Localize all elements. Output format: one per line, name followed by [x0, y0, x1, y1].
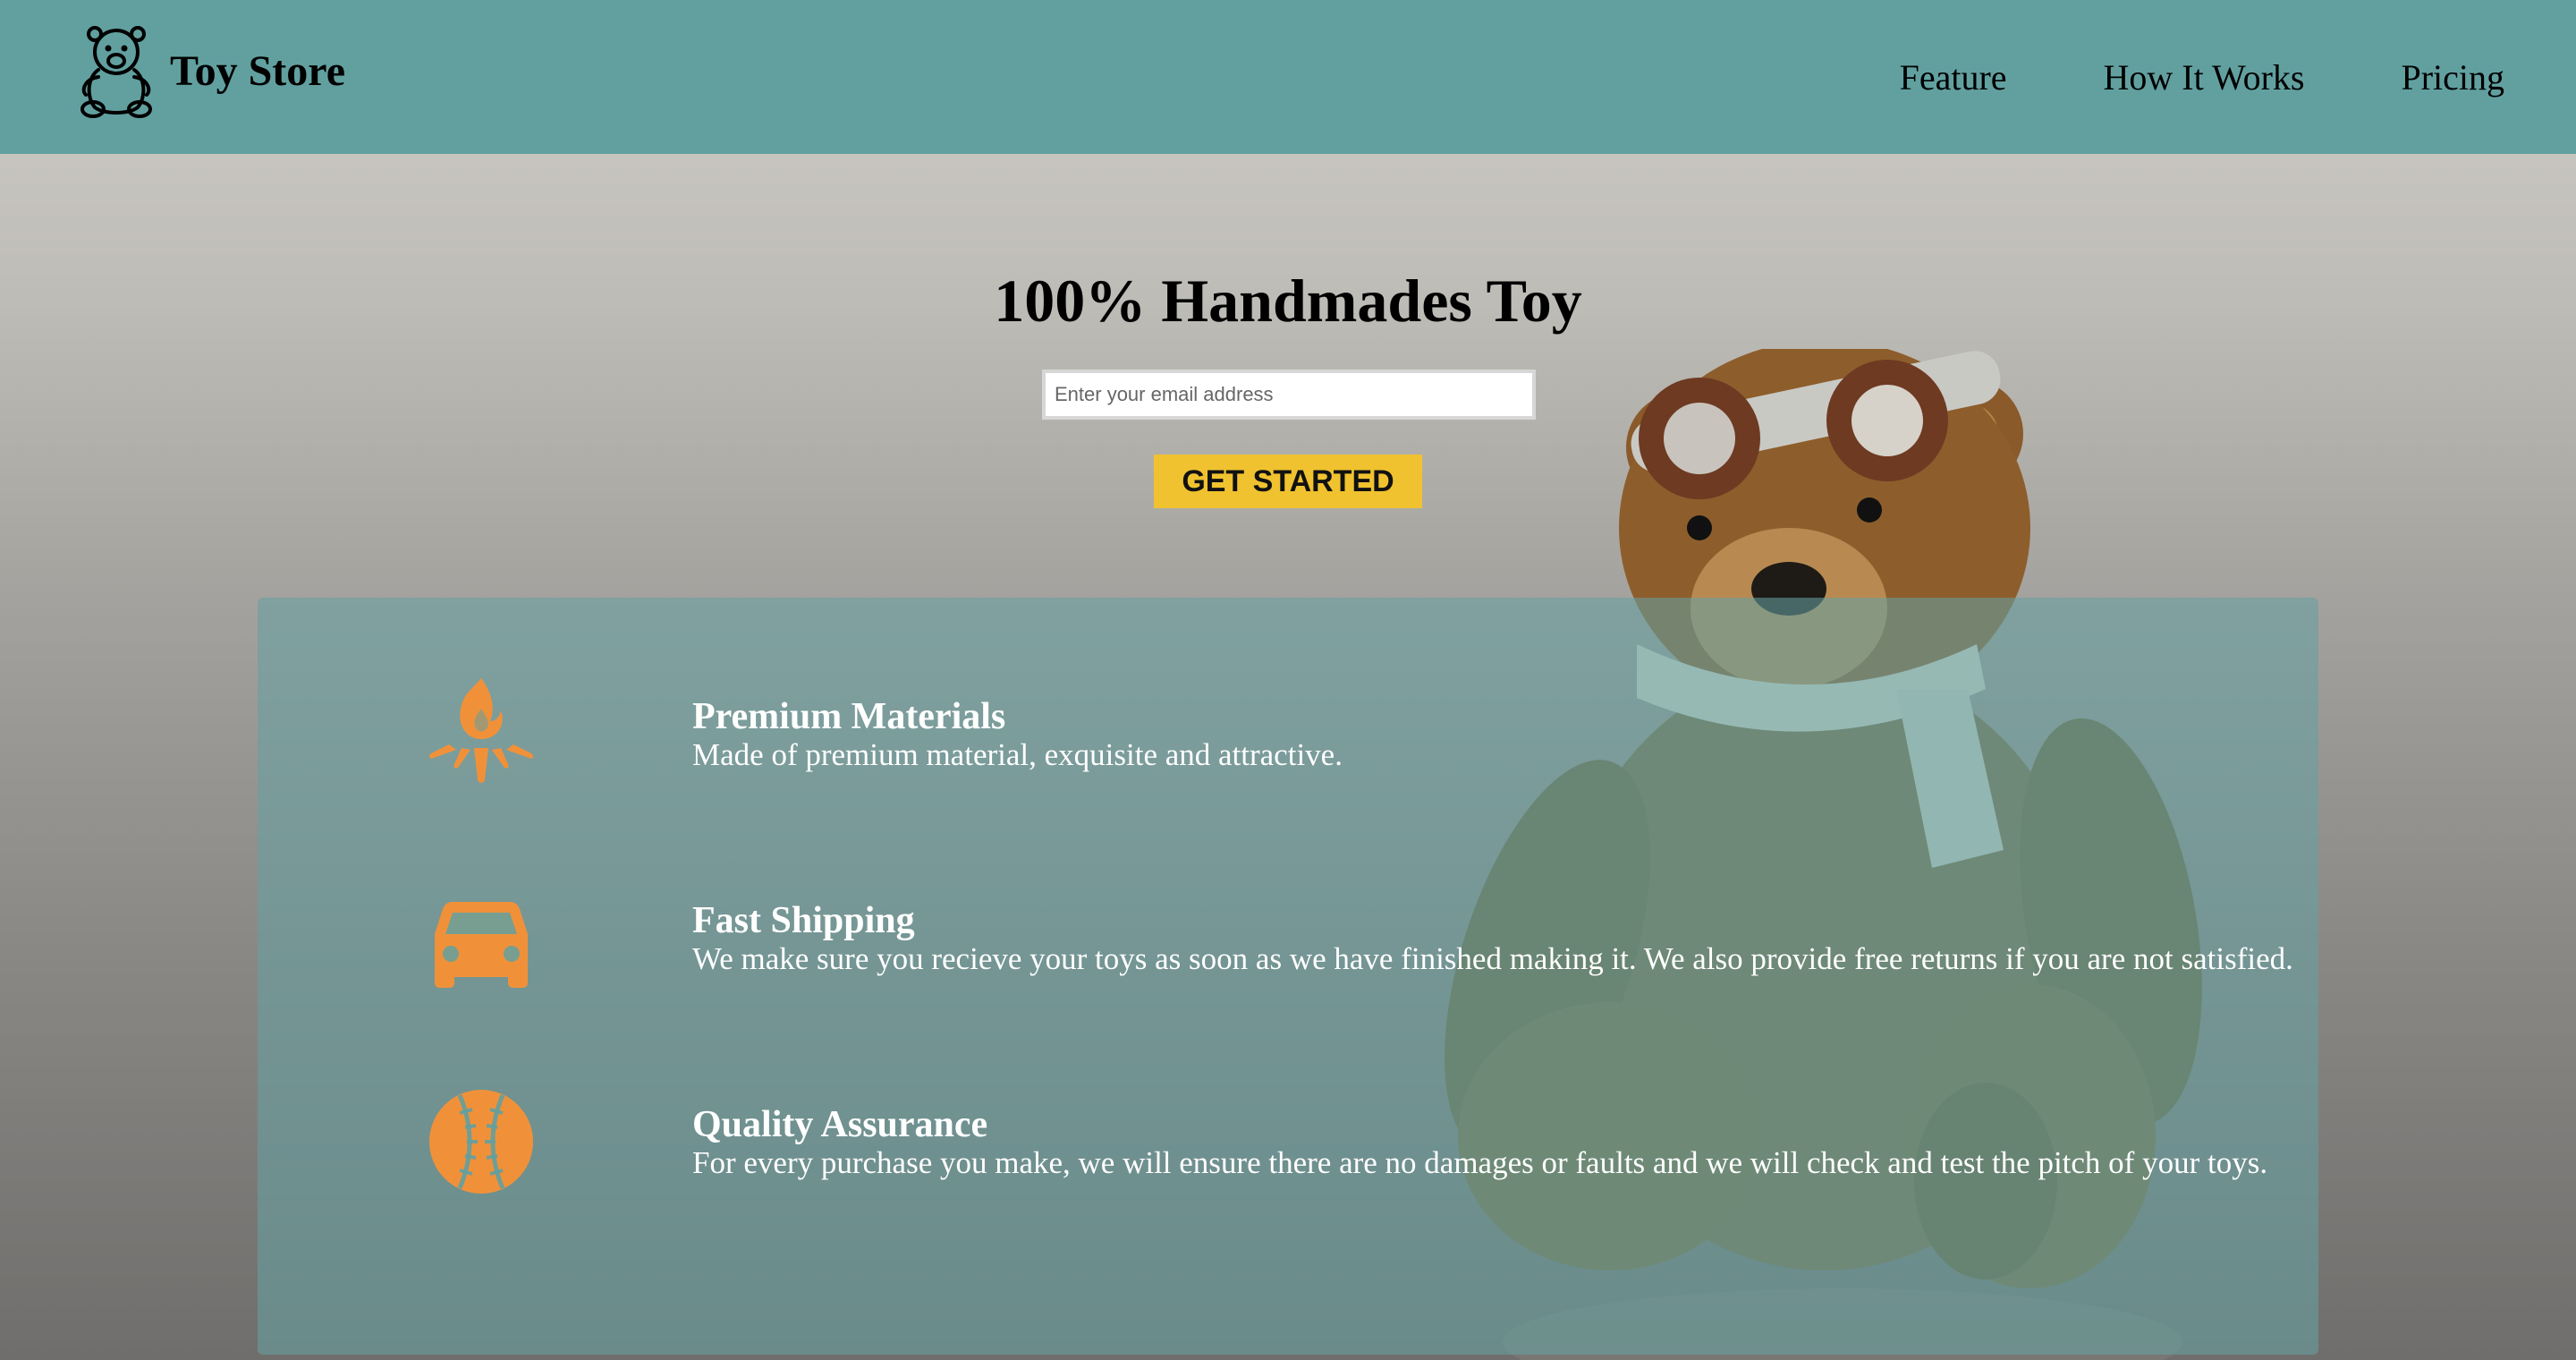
- car-icon: [435, 902, 528, 988]
- baseball-icon: [429, 1090, 533, 1194]
- get-started-button[interactable]: GET STARTED: [1154, 455, 1422, 508]
- feature-fast-shipping: Fast Shipping We make sure you recieve y…: [692, 900, 2302, 977]
- brand-name: Toy Store: [170, 47, 346, 95]
- hero-title: 100% Handmades Toy: [994, 267, 1582, 335]
- nav-link-pricing[interactable]: Pricing: [2401, 56, 2504, 98]
- email-input[interactable]: [1042, 370, 1536, 420]
- feature-quality-assurance: Quality Assurance For every purchase you…: [692, 1104, 2302, 1181]
- brand[interactable]: Toy Store: [75, 25, 345, 118]
- feature-premium-materials: Premium Materials Made of premium materi…: [692, 696, 2302, 773]
- teddy-bear-icon: [80, 26, 152, 118]
- feature-description: For every purchase you make, we will ens…: [692, 1145, 2268, 1180]
- fire-icon: [429, 678, 533, 783]
- feature-description: We make sure you recieve your toys as so…: [692, 941, 2293, 976]
- nav-link-how-it-works[interactable]: How It Works: [2104, 56, 2305, 98]
- feature-description: Made of premium material, exquisite and …: [692, 737, 1343, 772]
- feature-title: Fast Shipping: [692, 900, 915, 941]
- feature-title: Premium Materials: [692, 696, 1006, 737]
- nav-link-feature[interactable]: Feature: [1900, 56, 2007, 98]
- feature-title: Quality Assurance: [692, 1104, 988, 1145]
- top-navbar: Toy Store Feature How It Works Pricing: [0, 0, 2576, 154]
- features-panel: Premium Materials Made of premium materi…: [258, 598, 2318, 1355]
- main-nav: Feature How It Works Pricing: [1803, 0, 2504, 154]
